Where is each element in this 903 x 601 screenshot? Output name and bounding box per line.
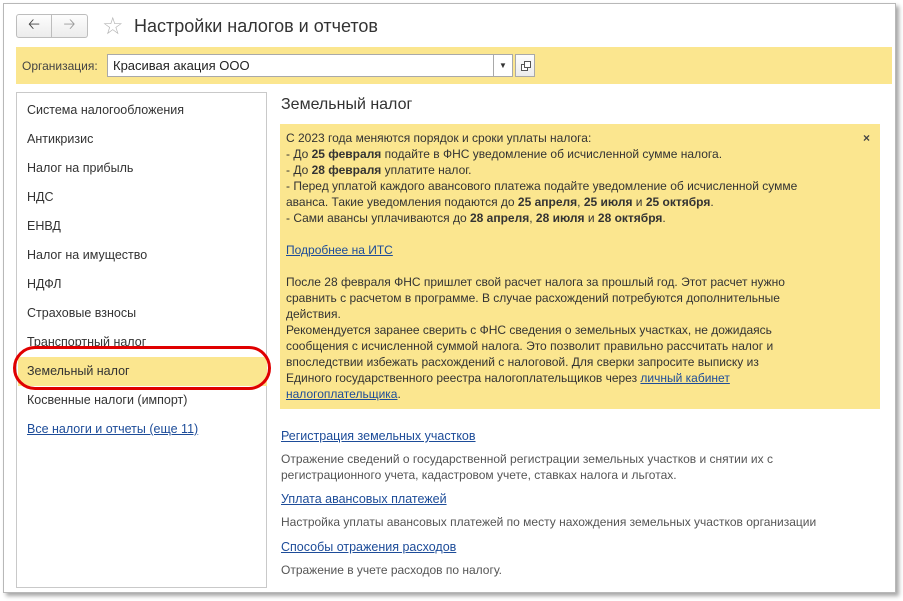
info-line: - Сами авансы уплачиваются до 28 апреля,… <box>286 211 666 225</box>
info-line: сравнить с расчетом в программе. В случа… <box>286 291 780 305</box>
info-intro: С 2023 года меняются порядок и сроки упл… <box>286 131 592 145</box>
info-line: Единого государственного реестра налогоп… <box>286 371 730 385</box>
info-line: аванса. Такие уведомления подаются до 25… <box>286 195 714 209</box>
taxpayer-cabinet-link-cont[interactable]: налогоплательщика <box>286 387 397 401</box>
organization-dropdown-button[interactable]: ▼ <box>493 54 513 77</box>
organization-bar: Организация: Красивая акация ООО ▼ <box>16 47 892 84</box>
expense-methods-desc: Отражение в учете расходов по налогу. <box>281 563 502 577</box>
close-icon[interactable]: × <box>863 130 870 146</box>
page-title: Настройки налогов и отчетов <box>134 16 378 36</box>
taxpayer-cabinet-link[interactable]: личный кабинет <box>640 371 729 385</box>
expense-methods-link[interactable]: Способы отражения расходов <box>281 540 456 554</box>
sidebar-item-vat[interactable]: НДС <box>18 183 267 212</box>
organization-open-button[interactable] <box>515 54 535 77</box>
organization-label: Организация: <box>22 59 98 73</box>
info-line: действия. <box>286 307 341 321</box>
info-line: сообщения с исчисленной суммой налога. Э… <box>286 339 774 353</box>
sidebar-item-property-tax[interactable]: Налог на имущество <box>18 241 267 270</box>
sidebar-item-insurance[interactable]: Страховые взносы <box>18 299 267 328</box>
sidebar: Система налогообложения Антикризис Налог… <box>13 92 271 588</box>
back-button[interactable]: 🡠 <box>16 14 52 38</box>
advance-payments-link[interactable]: Уплата авансовых платежей <box>281 492 447 506</box>
sidebar-item-land-tax[interactable]: Земельный налог <box>18 357 267 386</box>
info-line: впоследствии избежать расхождений с нало… <box>286 355 759 369</box>
window-header: 🡠 🡢 ☆ Настройки налогов и отчетов <box>16 12 903 44</box>
sidebar-item-all-taxes[interactable]: Все налоги и отчеты (еще 11) <box>18 415 267 444</box>
info-panel: × С 2023 года меняются порядок и сроки у… <box>280 124 880 409</box>
arrow-right-icon: 🡢 <box>63 15 76 33</box>
land-registration-link[interactable]: Регистрация земельных участков <box>281 429 476 443</box>
arrow-left-icon: 🡠 <box>27 15 41 33</box>
info-line: После 28 февраля ФНС пришлет свой расчет… <box>286 275 785 289</box>
its-link[interactable]: Подробнее на ИТС <box>286 243 393 257</box>
sidebar-item-profit-tax[interactable]: Налог на прибыль <box>18 154 267 183</box>
sidebar-item-tax-system[interactable]: Система налогообложения <box>18 96 267 125</box>
advance-payments-desc: Настройка уплаты авансовых платежей по м… <box>281 515 817 529</box>
star-icon[interactable]: ☆ <box>102 12 124 41</box>
sidebar-item-indirect-taxes[interactable]: Косвенные налоги (импорт) <box>18 386 267 415</box>
forward-button[interactable]: 🡢 <box>52 14 88 38</box>
sidebar-item-ndfl[interactable]: НДФЛ <box>18 270 267 299</box>
sidebar-item-transport-tax[interactable]: Транспортный налог <box>18 328 267 357</box>
info-line: Рекомендуется заранее сверить с ФНС свед… <box>286 323 772 337</box>
sidebar-item-anticrisis[interactable]: Антикризис <box>18 125 267 154</box>
chevron-down-icon: ▼ <box>499 61 507 70</box>
organization-field[interactable]: Красивая акация ООО <box>107 54 494 77</box>
info-line: налогоплательщика. <box>286 387 401 401</box>
sidebar-item-envd[interactable]: ЕНВД <box>18 212 267 241</box>
info-line: - До 25 февраля подайте в ФНС уведомлени… <box>286 147 723 161</box>
info-line: - До 28 февраля уплатите налог. <box>286 163 472 177</box>
section-title: Земельный налог <box>281 96 413 113</box>
land-registration-desc: Отражение сведений о государственной рег… <box>281 452 773 482</box>
info-line: - Перед уплатой каждого авансового плате… <box>286 179 798 193</box>
